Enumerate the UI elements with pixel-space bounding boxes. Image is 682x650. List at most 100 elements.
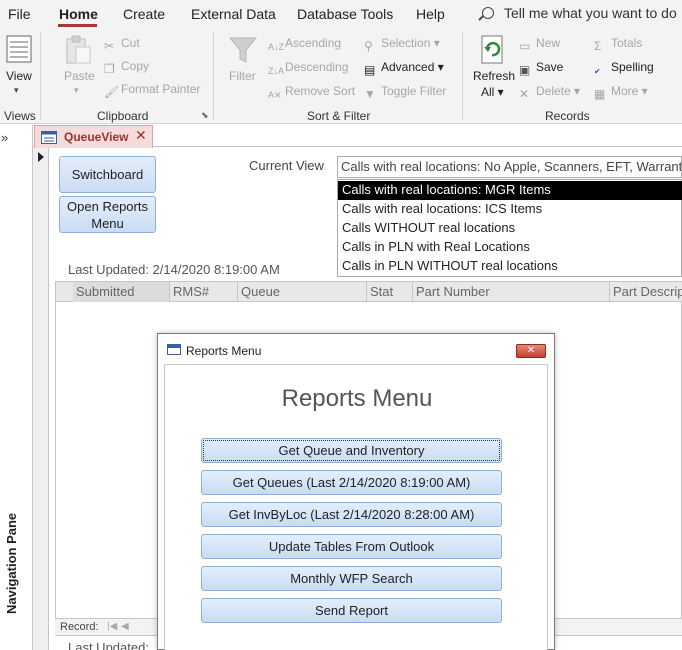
selection-filter-icon: ⚲ [364,39,373,53]
navigation-pane-label[interactable]: Navigation Pane [4,513,19,614]
sigma-icon: Σ [594,39,602,53]
menu-tab-file[interactable]: File [8,6,31,22]
cut-button[interactable]: ✂ Cut [104,36,140,53]
advanced-filter-icon: ▤ [364,63,376,77]
new-record-button[interactable]: ▭ New [519,36,560,53]
record-selector[interactable] [33,148,49,650]
column-header-rms[interactable]: RMS# [169,282,237,302]
list-item[interactable]: Calls WITHOUT real locations [338,219,682,238]
get-queues-button[interactable]: Get Queues (Last 2/14/2020 8:19:00 AM) [201,470,502,495]
get-queue-and-inventory-button[interactable]: Get Queue and Inventory [201,438,502,463]
send-report-button[interactable]: Send Report [201,598,502,623]
list-item[interactable]: Calls with real locations: MGR Items [338,181,682,200]
more-label: More [611,84,639,98]
totals-label: Totals [611,36,643,50]
ribbon: View ▾ Views Paste ▾ ✂ Cut ❐ Copy 🖌 Format … [0,28,682,124]
ascending-button[interactable]: A↓ZAscending [268,36,341,56]
tell-me-search[interactable]: Tell me what you want to do [482,5,677,21]
menu-tab-external-data[interactable]: External Data [191,6,276,22]
get-invbyloc-button[interactable]: Get InvByLoc (Last 2/14/2020 8:28:00 AM) [201,502,502,527]
chevron-down-icon: ▾ [14,85,19,95]
save-icon: ▣ [519,63,531,77]
record-label: Record: [60,621,99,633]
copy-button[interactable]: ❐ Copy [104,59,149,76]
column-header-part-description[interactable]: Part Description [609,282,682,302]
copy-label: Copy [121,59,150,73]
switchboard-button[interactable]: Switchboard [59,156,156,193]
remove-sort-button[interactable]: A✕ Remove Sort [268,84,355,104]
view-icon [6,35,32,63]
more-button[interactable]: ▦ More ▾ [594,84,648,101]
open-reports-menu-button[interactable]: Open Reports Menu [59,196,156,233]
close-button[interactable]: ✕ [516,344,546,358]
last-updated-text-partial: Last Updated: [68,640,149,650]
remove-sort-label: Remove Sort [285,84,356,98]
tab-label: QueueView [64,130,129,144]
update-tables-button[interactable]: Update Tables From Outlook [201,534,502,559]
funnel-icon [228,37,258,63]
form-icon [41,131,57,144]
dialog-launcher-icon[interactable]: ⬊ [201,110,209,121]
group-label-clipboard: Clipboard [97,109,149,123]
spelling-button[interactable]: ✔ Spelling [594,60,654,81]
chevron-down-icon: ▾ [74,85,79,95]
separator [40,32,41,120]
toggle-filter-button[interactable]: ▼ Toggle Filter [364,84,446,101]
current-record-icon [38,152,44,162]
toggle-filter-label: Toggle Filter [381,84,447,98]
tell-me-text: Tell me what you want to do [504,5,677,21]
group-label-sort-filter: Sort & Filter [307,109,371,123]
paste-icon [66,35,91,64]
open-reports-line2: Menu [91,216,124,231]
list-item[interactable]: Calls in PLN with Real Locations [338,238,682,257]
menu-tab-database-tools[interactable]: Database Tools [297,6,393,22]
menu-tab-home[interactable]: Home [59,6,98,22]
view-label: View [6,69,32,83]
descending-label: Descending [285,60,349,74]
monthly-wfp-search-button[interactable]: Monthly WFP Search [201,566,502,591]
dialog-body: Reports Menu Get Queue and Inventory Get… [164,364,548,650]
delete-label: Delete [536,84,571,98]
menu-tab-create[interactable]: Create [123,6,165,22]
column-header-part-number[interactable]: Part Number [412,282,609,302]
expand-pane-icon[interactable]: » [1,130,8,145]
open-reports-line1: Open Reports [67,199,148,214]
dialog-titlebar[interactable]: Reports Menu ✕ [158,334,554,364]
save-button[interactable]: ▣ Save [519,60,563,77]
delete-button[interactable]: ✕ Delete ▾ [519,84,580,101]
paintbrush-icon: 🖌 [104,85,120,99]
tab-queueview[interactable]: QueueView ✕ [34,125,153,148]
spelling-check-icon: ✔ [594,67,601,76]
descending-button[interactable]: Z↓ADescending [268,60,348,80]
previous-record-icon[interactable]: ◀ [121,621,129,632]
column-header-queue[interactable]: Queue [237,282,366,302]
menu-tab-help[interactable]: Help [416,6,445,22]
refresh-icon [481,35,503,64]
refresh-all-label: All ▾ [481,85,504,99]
first-record-icon[interactable]: |◀ [107,621,117,632]
list-item[interactable]: Calls with real locations: ICS Items [338,200,682,219]
last-updated-text: Last Updated: 2/14/2020 8:19:00 AM [68,262,280,277]
column-header-submitted[interactable]: Submitted [73,282,169,302]
selection-label: Selection [381,36,431,50]
copy-icon: ❐ [104,62,115,76]
column-header-stat[interactable]: Stat [366,282,412,302]
separator [213,32,214,120]
totals-button[interactable]: Σ Totals [594,36,642,53]
close-icon[interactable]: ✕ [135,127,147,144]
reports-menu-dialog: Reports Menu ✕ Reports Menu Get Queue an… [157,333,555,650]
advanced-button[interactable]: ▤ Advanced ▾ [364,60,444,77]
reports-menu-heading: Reports Menu [281,385,433,412]
new-label: New [536,36,561,50]
spelling-label: Spelling [611,60,654,74]
cut-label: Cut [121,36,140,50]
sort-ascending-icon: A↓Z [268,42,285,52]
new-record-icon: ▭ [519,39,531,53]
selection-button[interactable]: ⚲ Selection ▾ [364,36,440,53]
datasheet-header: Submitted RMS# Queue Stat Part Number Pa… [56,282,682,302]
format-painter-button[interactable]: 🖌 Format Painter [104,82,200,99]
current-view-combo[interactable]: Calls with real locations: No Apple, Sca… [337,156,682,178]
list-item[interactable]: Calls in PLN WITHOUT real locations [338,257,682,276]
active-tab-indicator [58,24,97,27]
delete-icon: ✕ [519,87,530,101]
